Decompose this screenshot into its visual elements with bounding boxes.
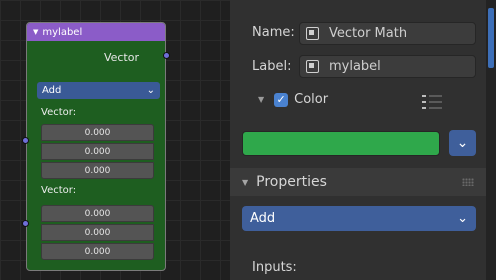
node-header[interactable]: ▼ mylabel	[27, 23, 165, 41]
list-menu-icon[interactable]	[422, 95, 442, 109]
input-2-socket[interactable]	[22, 220, 29, 227]
operation-dropdown[interactable]: Add ⌄	[242, 206, 476, 231]
drag-grip-icon[interactable]	[462, 178, 474, 186]
color-subpanel-header[interactable]: ▼ ✓ Color	[258, 92, 328, 107]
label-field[interactable]: mylabel	[299, 55, 476, 78]
input-2-x-field[interactable]: 0.000	[41, 205, 154, 222]
input-2-label: Vector:	[41, 185, 77, 196]
sidebar-tab-strip	[486, 0, 496, 280]
name-field[interactable]: Vector Math	[299, 22, 476, 45]
input-1-z-field[interactable]: 0.000	[41, 162, 154, 179]
input-1-y-field[interactable]: 0.000	[41, 143, 154, 160]
node-operation-value: Add	[42, 85, 62, 96]
color-checkbox[interactable]: ✓	[274, 92, 289, 107]
name-label: Name:	[252, 25, 295, 40]
chevron-down-icon: ⌄	[456, 135, 469, 151]
input-1-socket[interactable]	[22, 137, 29, 144]
name-value: Vector Math	[329, 26, 408, 41]
input-2-z-field[interactable]: 0.000	[41, 243, 154, 260]
color-presets-button[interactable]: ⌄	[449, 130, 476, 156]
node-header-label: mylabel	[42, 26, 83, 38]
node-icon	[306, 27, 319, 40]
sidebar-tab-node[interactable]	[488, 8, 494, 68]
input-1-label: Vector:	[41, 107, 77, 118]
properties-label: Properties	[256, 174, 327, 190]
input-1-x-field[interactable]: 0.000	[41, 124, 154, 141]
inputs-label: Inputs:	[252, 260, 297, 275]
label-label: Label:	[252, 59, 292, 74]
operation-value: Add	[250, 211, 276, 226]
node-editor-canvas[interactable]: ▼ mylabel Vector Add ⌄ Vector: 0.000 0.0…	[0, 0, 230, 280]
vector-math-node[interactable]: ▼ mylabel Vector Add ⌄ Vector: 0.000 0.0…	[26, 22, 166, 271]
properties-section-header[interactable]: ▼ Properties	[230, 168, 486, 196]
output-socket[interactable]	[163, 52, 170, 59]
expand-arrow-icon: ▼	[242, 177, 249, 187]
chevron-down-icon: ⌄	[457, 211, 468, 226]
node-icon	[306, 60, 319, 73]
expand-arrow-icon: ▼	[258, 95, 265, 104]
color-swatch[interactable]	[242, 131, 440, 156]
input-2-y-field[interactable]: 0.000	[41, 224, 154, 241]
collapse-arrow-icon[interactable]: ▼	[33, 28, 38, 36]
chevron-down-icon: ⌄	[146, 85, 155, 96]
node-operation-select[interactable]: Add ⌄	[37, 82, 160, 99]
color-label: Color	[294, 92, 329, 107]
label-value: mylabel	[329, 59, 381, 74]
output-label: Vector	[103, 51, 139, 64]
